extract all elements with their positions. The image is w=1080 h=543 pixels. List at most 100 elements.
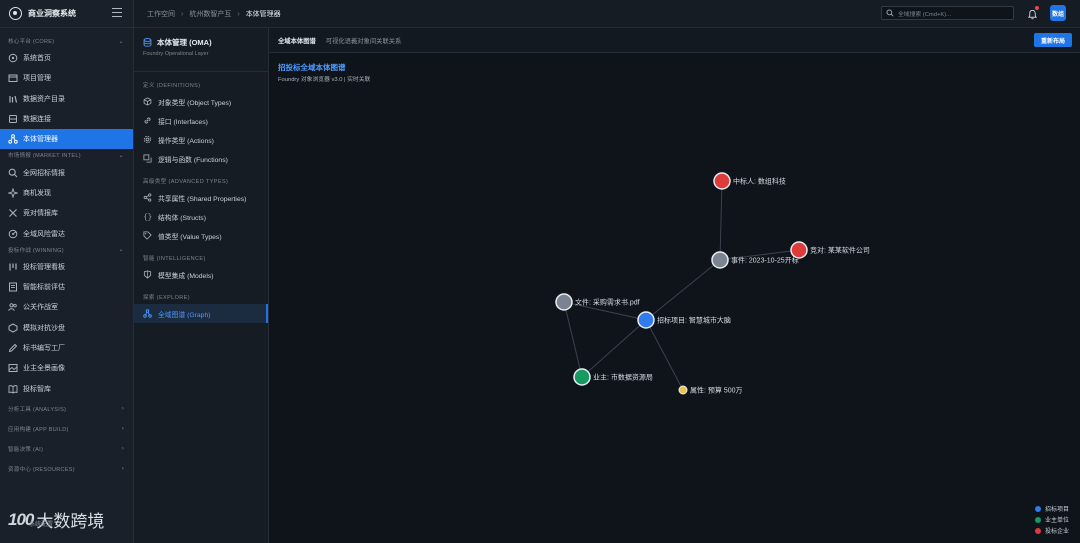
panel-section-label: 智能 (INTELLIGENCE) [143, 256, 206, 262]
sidebar-item[interactable]: 模拟对抗沙盘 [0, 318, 133, 338]
kanban-icon [9, 263, 17, 271]
kanban-icon [8, 262, 18, 272]
search-icon [8, 168, 18, 178]
legend-label: 投标企业 [1045, 529, 1070, 535]
link-icon [144, 117, 151, 124]
graph-icon [143, 309, 152, 318]
sidebar-item[interactable]: 投标智库 [0, 378, 133, 398]
panel-item-label: 值类型 (Value Types) [158, 233, 222, 241]
chevron-down-icon: ⌄ [118, 38, 124, 45]
cube-icon [143, 97, 152, 106]
graph-node-event[interactable] [711, 251, 729, 269]
panel-section-label: 高级类型 (ADVANCED TYPES) [143, 179, 229, 185]
panel-item-label: 共享属性 (Shared Properties) [158, 195, 247, 203]
sidebar-item[interactable]: 数据连接 [0, 109, 133, 129]
global-search-input[interactable]: 全域搜索 (Cmd+K)... [881, 6, 1014, 20]
sidebar-item[interactable]: 系统首页 [0, 48, 133, 68]
sidebar-item[interactable]: 全域风险雷达 [0, 223, 133, 243]
panel-item[interactable]: 值类型 (Value Types) [134, 226, 268, 245]
graph-node-label: 招标项目: 智慧城市大脑 [657, 316, 731, 325]
sidebar-item-label: 智能标前评估 [23, 284, 65, 292]
app-logo-icon [9, 7, 22, 20]
braces-icon: {} [143, 214, 152, 221]
graph-node-owner[interactable] [573, 368, 591, 386]
sidebar-item[interactable]: 公关作战室 [0, 297, 133, 317]
sidebar-section-label: 资源中心 (RESOURCES) [8, 466, 75, 473]
share-icon [143, 193, 152, 202]
sidebar-section-label: 智能决策 (AI) [8, 446, 44, 453]
graph-node-label: 中标人: 数组科技 [733, 177, 786, 186]
sidebar-section-header[interactable]: 投标作战 (WINNING) ⌄ [0, 244, 133, 256]
panel-item-label: 接口 (Interfaces) [158, 118, 208, 126]
sidebar-item[interactable]: 竞对情报库 [0, 203, 133, 223]
image-icon [8, 364, 18, 373]
swords-icon [8, 208, 18, 218]
project-icon [8, 74, 18, 83]
graph-node-doc[interactable] [555, 293, 573, 311]
graph-edge [563, 301, 583, 378]
sidebar-item[interactable]: 标书编写工厂 [0, 338, 133, 358]
sidebar-section-header[interactable]: 分析工具 (ANALYSIS) › [0, 399, 133, 419]
legend-swatch [1035, 516, 1041, 523]
model-icon [143, 270, 152, 279]
tag-icon [143, 231, 152, 240]
database-icon [143, 38, 152, 47]
graph-node-label: 业主: 市数据资源局 [593, 373, 653, 382]
sidebar-section-label: 核心平台 (CORE) [8, 39, 55, 45]
graph-subtitle: Foundry 对象浏览器 v3.0 | 实时关联 [278, 77, 371, 83]
sidebar-item[interactable]: 数据资产目录 [0, 89, 133, 109]
home-icon [8, 53, 18, 63]
graph-node-attr[interactable] [678, 385, 688, 395]
sidebar-item[interactable]: 业主全景画像 [0, 358, 133, 378]
sidebar-item[interactable]: 投标管理看板 [0, 257, 133, 277]
sidebar-footer-label[interactable]: 系统配置 [29, 519, 53, 528]
chevron-right-icon: › [181, 10, 184, 18]
graph-node-project[interactable] [637, 311, 655, 329]
panel-item[interactable]: 操作类型 (Actions) [134, 130, 268, 149]
sidebar-item[interactable]: 商机发现 [0, 183, 133, 203]
settings-icon [143, 135, 152, 144]
sidebar-section-header[interactable]: 市场情报 (MARKET INTEL) ⌄ [0, 149, 133, 161]
notification-bell-icon[interactable] [1027, 6, 1039, 20]
sidebar-section-header[interactable]: 智能决策 (AI) › [0, 439, 133, 459]
graph-node-winner[interactable] [713, 172, 731, 190]
sidebar-section-header[interactable]: 资源中心 (RESOURCES) › [0, 459, 133, 479]
menu-toggle-icon[interactable] [112, 8, 122, 17]
home-icon [8, 53, 18, 63]
sidebar-item[interactable]: 本体管理器 [0, 129, 133, 150]
ontology-graph[interactable]: 中标人: 数组科技竞对: 某某软件公司事件: 2023-10-25开标文件: 采… [269, 28, 1080, 543]
graph-legend: 招标项目业主单位投标企业 [1035, 503, 1069, 536]
graph-title: 招投标全域本体图谱 [278, 63, 346, 72]
sparkle-icon [8, 187, 18, 198]
panel-item-label: 对象类型 (Object Types) [158, 99, 232, 107]
legend-label: 业主单位 [1045, 518, 1070, 524]
graph-workspace: 全域本体图谱 可视化语義对象间关联关系 重新布局 中标人: 数组科技 竞对: 某某… [269, 28, 1080, 543]
legend-item: 招标项目 [1035, 503, 1069, 514]
legend-swatch [1035, 505, 1041, 512]
panel-item[interactable]: 接口 (Interfaces) [134, 111, 268, 130]
sidebar-item[interactable]: 项目管理 [0, 68, 133, 88]
sidebar-item-label: 业主全景画像 [23, 365, 65, 373]
graph-icon [143, 309, 152, 318]
sidebar-item-label: 公关作战室 [23, 304, 58, 312]
panel-item[interactable]: 共享属性 (Shared Properties) [134, 188, 268, 207]
sidebar-section-header[interactable]: 核心平台 (CORE) ⌄ [0, 35, 133, 47]
panel-item[interactable]: 逻辑与函数 (Functions) [134, 149, 268, 168]
sidebar-item[interactable]: 全网招标情报 [0, 162, 133, 182]
breadcrumb-item[interactable]: 杭州数智产互 [189, 9, 231, 19]
sidebar-section-header[interactable]: 应用构建 (APP BUILD) › [0, 419, 133, 439]
panel-item[interactable]: 全域图谱 (Graph) [134, 304, 268, 323]
sidebar-item[interactable]: 智能标前评估 [0, 277, 133, 297]
breadcrumb-item[interactable]: 工作空间 [147, 9, 175, 19]
cube-icon [143, 97, 152, 106]
panel-item-label: 结构体 (Structs) [158, 214, 206, 222]
panel-item[interactable]: 模型集成 (Models) [134, 265, 268, 284]
sidebar-item-label: 全网招标情报 [23, 169, 65, 177]
sidebar-item-label: 投标管理看板 [23, 263, 65, 271]
image-icon [8, 363, 18, 373]
graph-node-competitor[interactable] [790, 241, 808, 259]
panel-item[interactable]: {} 结构体 (Structs) [134, 207, 268, 226]
panel-item[interactable]: 对象类型 (Object Types) [134, 92, 268, 111]
user-avatar[interactable]: 数组 [1050, 5, 1066, 21]
chevron-right-icon: › [121, 425, 124, 432]
